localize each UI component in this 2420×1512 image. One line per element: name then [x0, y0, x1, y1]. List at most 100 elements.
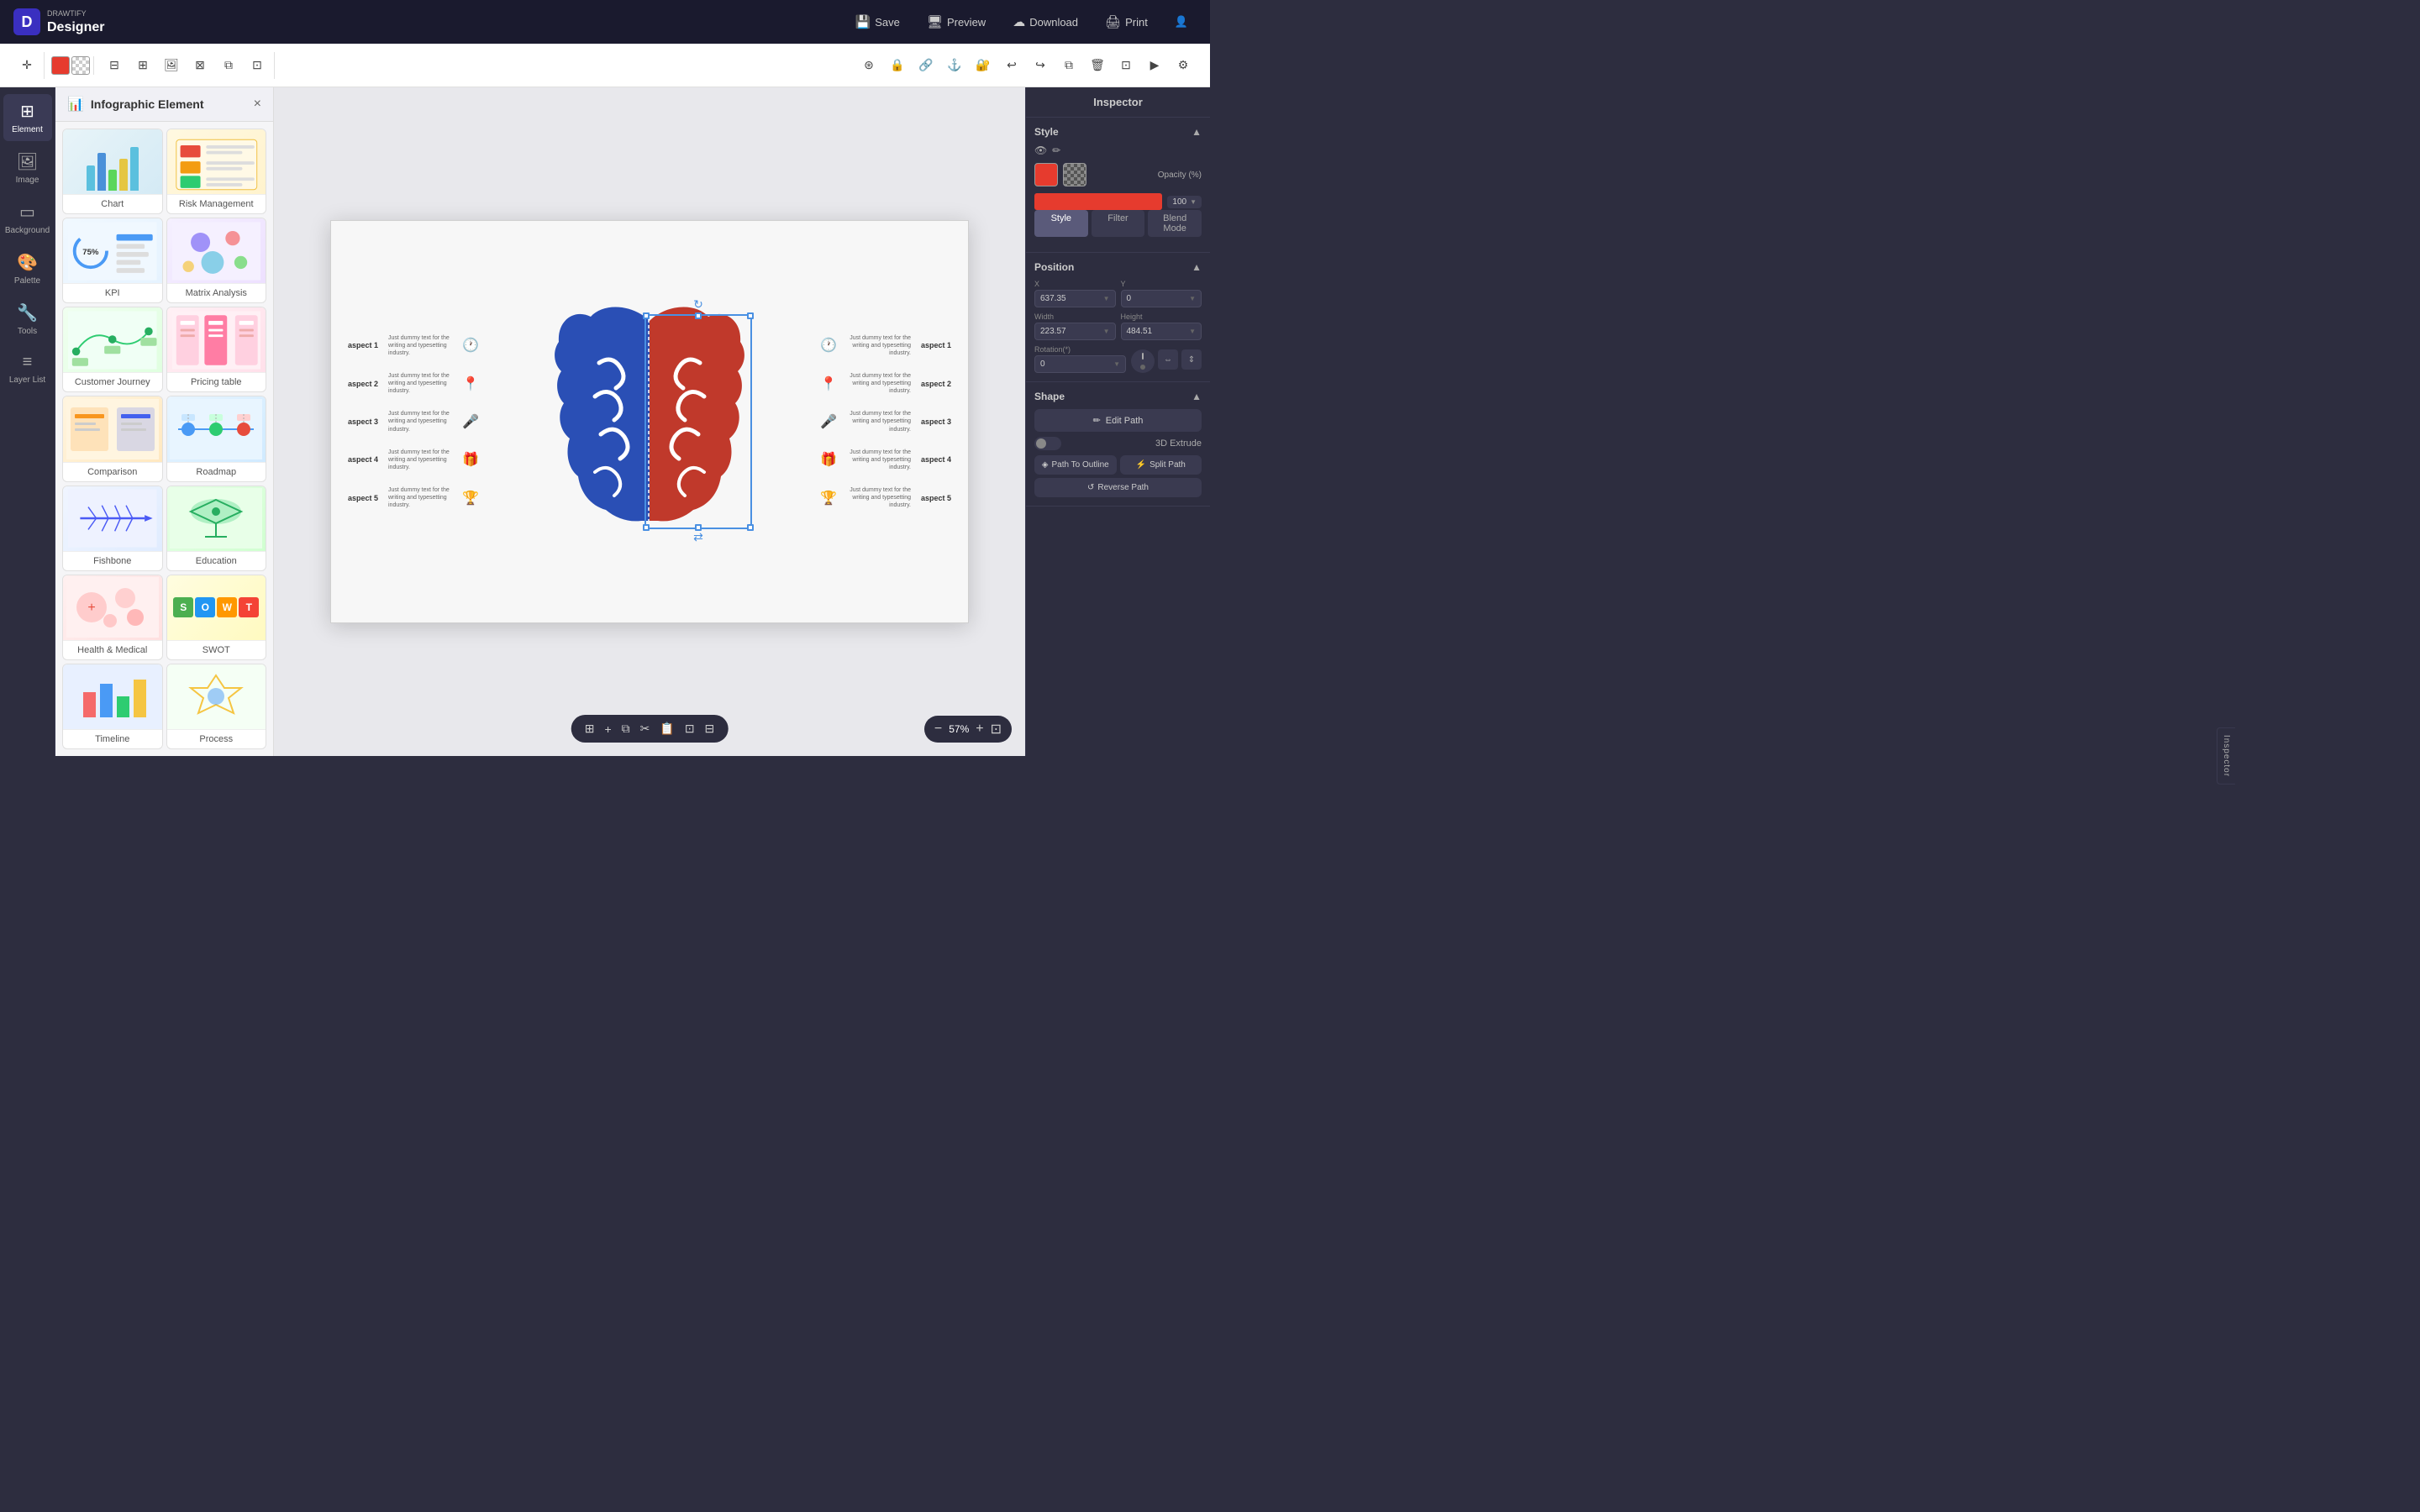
panel-card-fishbone[interactable]: Fishbone	[62, 486, 163, 571]
redo-icon[interactable]: ↪	[1027, 52, 1054, 79]
opacity-value: 100	[1172, 197, 1186, 207]
frame-tool[interactable]: ⧉	[215, 52, 242, 79]
flip-v-btn[interactable]: ⇕	[1181, 349, 1202, 370]
align-tool[interactable]: ⊟	[101, 52, 128, 79]
align-btn[interactable]: ⊡	[685, 722, 695, 736]
split-path-button[interactable]: ⚡ Split Path	[1120, 455, 1202, 475]
stroke-color-swatch[interactable]	[71, 56, 90, 75]
panel-card-extra2[interactable]: Process	[166, 664, 267, 749]
panel-card-extra1[interactable]: Timeline	[62, 664, 163, 749]
zoom-in-button[interactable]: +	[976, 722, 983, 737]
h-input[interactable]: 484.51 ▼	[1121, 323, 1202, 340]
sidebar-item-palette[interactable]: 🎨 Palette	[3, 245, 52, 292]
x-input[interactable]: 637.35 ▼	[1034, 290, 1116, 307]
x-label: X	[1034, 280, 1116, 288]
copy-icon[interactable]: ⧉	[1055, 52, 1082, 79]
opacity-slider[interactable]	[1034, 193, 1162, 210]
paste-btn[interactable]: 📋	[660, 722, 674, 736]
reverse-icon: ↺	[1087, 483, 1094, 492]
transform-icon[interactable]: ⊡	[1113, 52, 1139, 79]
play-icon[interactable]: ▶	[1141, 52, 1168, 79]
crop-tool[interactable]: ⊠	[187, 52, 213, 79]
settings-icon[interactable]: ⚙	[1170, 52, 1197, 79]
undo-icon[interactable]: ↩	[998, 52, 1025, 79]
panel-card-risk[interactable]: Risk Management	[166, 129, 267, 214]
edit-path-button[interactable]: ✏ Edit Path	[1034, 409, 1202, 432]
download-button[interactable]: ☁ Download	[1004, 10, 1086, 34]
path-buttons: ◈ Path To Outline ⚡ Split Path	[1034, 455, 1202, 475]
layers-icon[interactable]: ⊛	[855, 52, 882, 79]
select-tool[interactable]: ✛	[13, 52, 40, 79]
reverse-path-button[interactable]: ↺ Reverse Path	[1034, 478, 1202, 497]
style-tab-style[interactable]: Style	[1034, 210, 1088, 237]
panel-card-kpi[interactable]: 75% KPI	[62, 218, 163, 303]
opacity-input[interactable]: 100 ▼	[1167, 196, 1202, 208]
sidebar-item-background[interactable]: ▭ Background	[3, 195, 52, 242]
save-button[interactable]: 💾 Save	[847, 10, 908, 34]
style-tab-blend[interactable]: Blend Mode	[1148, 210, 1202, 237]
print-button[interactable]: 🖨 Print	[1097, 10, 1156, 34]
copy-btn[interactable]: ⧉	[622, 722, 630, 736]
sidebar-item-layer-list[interactable]: ≡ Layer List	[3, 346, 52, 391]
element-icon: ⊞	[20, 101, 34, 122]
position-collapse-btn[interactable]: ▲	[1192, 261, 1202, 273]
style-tab-filter[interactable]: Filter	[1092, 210, 1145, 237]
panel-card-health[interactable]: + Health & Medical	[62, 575, 163, 660]
w-input[interactable]: 223.57 ▼	[1034, 323, 1116, 340]
path-to-outline-button[interactable]: ◈ Path To Outline	[1034, 455, 1117, 475]
panel-card-matrix[interactable]: Matrix Analysis	[166, 218, 267, 303]
more-btn[interactable]: ⊟	[705, 722, 715, 736]
user-button[interactable]: 👤	[1166, 11, 1197, 33]
distribute-tool[interactable]: ⊞	[129, 52, 156, 79]
sidebar-item-element[interactable]: ⊞ Element	[3, 94, 52, 141]
panel-card-roadmap[interactable]: Roadmap	[166, 396, 267, 481]
inspector-side-tab[interactable]: Inspector	[2217, 727, 2235, 785]
canvas-area[interactable]: aspect 1 Just dummy text for the writing…	[274, 87, 1025, 756]
palette-icon: 🎨	[17, 252, 38, 273]
panel-card-pricing[interactable]: Pricing table	[166, 307, 267, 392]
cut-btn[interactable]: ✂	[640, 722, 650, 736]
fill-color-swatch[interactable]	[51, 56, 70, 75]
y-input[interactable]: 0 ▼	[1121, 290, 1202, 307]
add-btn[interactable]: +	[604, 722, 611, 736]
shape-section-header: Shape ▲	[1034, 391, 1202, 402]
panel-card-education[interactable]: Education	[166, 486, 267, 571]
roadmap-label: Roadmap	[167, 462, 266, 481]
panel-card-comparison[interactable]: Comparison	[62, 396, 163, 481]
image-tool[interactable]: 🖼	[158, 52, 185, 79]
panel-card-chart[interactable]: Chart	[62, 129, 163, 214]
inspector-stroke-color[interactable]	[1063, 163, 1086, 186]
right-icon-1: 🕐	[820, 337, 837, 354]
extrude-label: 3D Extrude	[1155, 438, 1202, 449]
lock-icon[interactable]: 🔒	[884, 52, 911, 79]
lock2-icon[interactable]: 🔐	[970, 52, 997, 79]
rotation-dial[interactable]	[1131, 349, 1155, 373]
sidebar-item-image[interactable]: 🖼 Image	[3, 144, 52, 192]
panel-card-swot[interactable]: S O W T SWOT	[166, 575, 267, 660]
brain-graphic[interactable]: ↻ ⇄	[549, 296, 750, 548]
sidebar-item-tools[interactable]: 🔧 Tools	[3, 296, 52, 343]
style-collapse-btn[interactable]: ▲	[1192, 126, 1202, 138]
flip-h-btn[interactable]: ⇔	[1158, 349, 1178, 370]
delete-icon[interactable]: 🗑	[1084, 52, 1111, 79]
rotation-group: Rotation(*) 0 ▼	[1034, 345, 1126, 373]
link-icon[interactable]: 🔗	[913, 52, 939, 79]
toolbar-right-icons: ⊛ 🔒 🔗 ⚓ 🔐 ↩ ↪ ⧉ 🗑 ⊡ ▶ ⚙	[852, 52, 1200, 79]
group-tool[interactable]: ⊡	[244, 52, 271, 79]
shape-collapse-btn[interactable]: ▲	[1192, 391, 1202, 402]
panel-card-journey[interactable]: Customer Journey	[62, 307, 163, 392]
right-aspect-2: aspect 2 Just dummy text for the writing…	[750, 372, 951, 395]
h-group: Height 484.51 ▼	[1121, 312, 1202, 340]
left-aspect-5: aspect 5 Just dummy text for the writing…	[348, 486, 549, 509]
save-icon: 💾	[855, 14, 871, 29]
rotation-input[interactable]: 0 ▼	[1034, 355, 1126, 373]
preview-button[interactable]: 🖥 Preview	[918, 10, 994, 34]
grid-btn[interactable]: ⊞	[585, 722, 595, 736]
inspector-fill-color[interactable]	[1034, 163, 1058, 186]
extrude-toggle[interactable]	[1034, 437, 1061, 450]
panel-close-button[interactable]: ×	[254, 97, 261, 112]
zoom-out-button[interactable]: −	[934, 722, 942, 737]
zoom-fit-button[interactable]: ⊡	[991, 721, 1002, 738]
anchor-icon[interactable]: ⚓	[941, 52, 968, 79]
swot-o: O	[195, 597, 215, 617]
